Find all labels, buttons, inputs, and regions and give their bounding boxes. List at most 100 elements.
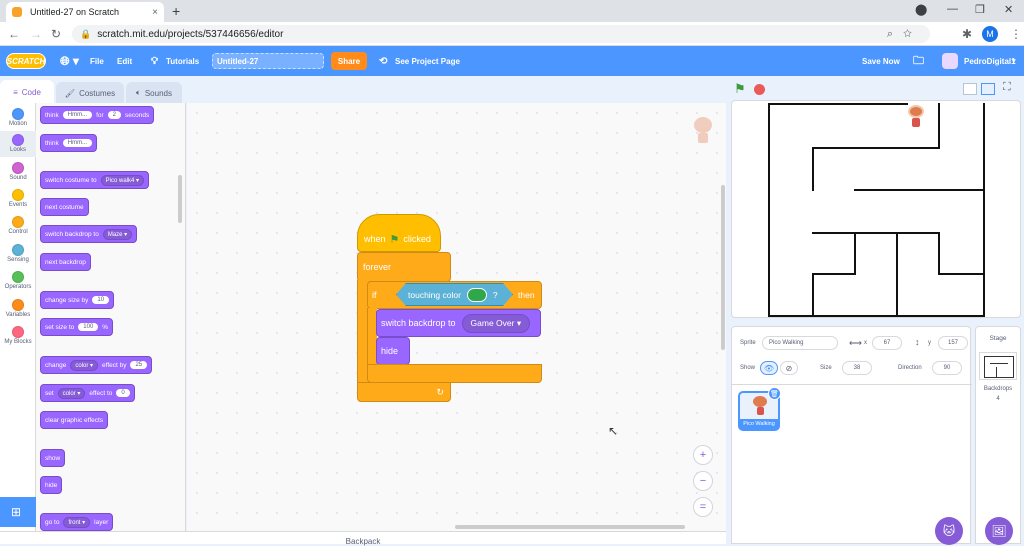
show-visible-button[interactable]: 👁︎ (760, 361, 778, 375)
palette-next-backdrop-block[interactable]: next backdrop (40, 253, 91, 271)
reload-icon[interactable]: ↻ (51, 27, 61, 41)
palette-set-effect-block[interactable]: set color ▾ effect to 0 (40, 384, 135, 402)
choose-sprite-button[interactable]: 🐱︎ (935, 517, 963, 545)
direction-input[interactable]: 90 (932, 361, 962, 375)
show-hidden-button[interactable]: ⊘ (780, 361, 798, 375)
category-control[interactable]: Control (0, 213, 36, 239)
see-project-page-button[interactable]: See Project Page (395, 46, 460, 76)
when-flag-clicked-block[interactable]: when ⚑ clicked (357, 214, 441, 252)
y-input[interactable]: 157 (938, 336, 968, 350)
touching-color-block[interactable]: touching color ? (396, 283, 513, 306)
category-operators[interactable]: Operators (0, 268, 36, 294)
palette-clear-effects-block[interactable]: clear graphic effects (40, 411, 109, 429)
size-input[interactable]: 38 (842, 361, 872, 375)
palette-show-block[interactable]: show (40, 449, 66, 467)
think-text-input[interactable]: Hmm... (62, 111, 93, 119)
hide-block[interactable]: hide (376, 337, 410, 365)
chevron-down-icon[interactable]: ▾ (1012, 46, 1016, 76)
set-effect-dropdown[interactable]: color ▾ (57, 387, 86, 399)
pico-sprite[interactable] (907, 105, 925, 129)
palette-go-to-layer-block[interactable]: go to front ▾ layer (40, 513, 114, 531)
browser-profile-avatar[interactable]: M (982, 26, 998, 42)
project-title-input[interactable]: Untitled-27 (212, 53, 324, 69)
set-effect-input[interactable]: 0 (116, 389, 130, 397)
set-size-input[interactable]: 100 (78, 323, 99, 331)
category-looks[interactable]: Looks (0, 131, 36, 157)
switch-backdrop-block[interactable]: switch backdrop to Game Over ▾ (376, 309, 541, 337)
think-seconds-input[interactable]: 2 (107, 111, 122, 119)
palette-scrollbar[interactable] (178, 175, 182, 223)
delete-sprite-icon[interactable]: 🗑︎ (768, 387, 781, 400)
backdrop-dropdown[interactable]: Maze ▾ (102, 228, 133, 240)
maximize-button[interactable]: ❐ (975, 3, 985, 16)
change-effect-input[interactable]: 25 (130, 361, 148, 369)
think-text-input-2[interactable]: Hmm... (62, 139, 93, 147)
browser-menu-icon[interactable]: ⋮ (1010, 27, 1022, 41)
edit-menu[interactable]: Edit (117, 46, 132, 76)
category-sensing[interactable]: Sensing (0, 241, 36, 267)
extensions-icon[interactable]: ✱ (962, 27, 972, 41)
workspace-horizontal-scrollbar[interactable] (455, 525, 685, 529)
costume-dropdown[interactable]: Pico walk4 ▾ (100, 174, 145, 186)
palette-think-block[interactable]: think Hmm... (40, 134, 98, 152)
category-variables[interactable]: Variables (0, 296, 36, 322)
palette-change-size-block[interactable]: change size by 10 (40, 291, 115, 309)
stage-thumbnail[interactable] (979, 352, 1017, 380)
change-effect-dropdown[interactable]: color ▾ (70, 359, 99, 371)
sprite-name-input[interactable]: Pico Walking (762, 336, 838, 350)
game-over-dropdown[interactable]: Game Over ▾ (461, 313, 531, 333)
tab-close-icon[interactable]: × (152, 7, 158, 18)
browser-tab[interactable]: Untitled-27 on Scratch × (6, 2, 164, 22)
palette-set-size-block[interactable]: set size to 100% (40, 318, 114, 336)
my-stuff-folder-icon[interactable]: 🗀 (913, 46, 924, 76)
layer-dropdown[interactable]: front ▾ (63, 516, 91, 528)
file-menu[interactable]: File (90, 46, 104, 76)
globe-icon[interactable]: 🌐︎ ▾ (60, 46, 79, 76)
tutorials-menu[interactable]: Tutorials (166, 46, 199, 76)
fullscreen-icon[interactable]: ⛶ (1003, 81, 1011, 94)
tab-sounds[interactable]: 🔈︎ Sounds (126, 82, 182, 104)
palette-switch-costume-block[interactable]: switch costume to Pico walk4 ▾ (40, 171, 150, 189)
palette-hide-block[interactable]: hide (40, 476, 63, 494)
category-sound[interactable]: Sound (0, 159, 36, 185)
username-menu[interactable]: PedroDigital1 (964, 46, 1016, 76)
scratch-logo[interactable]: SCRATCH (6, 53, 46, 69)
normal-stage-icon[interactable] (981, 83, 995, 95)
url-field[interactable]: 🔒 scratch.mit.edu/projects/537446656/edi… (72, 25, 930, 43)
zoom-out-button[interactable]: − (693, 471, 713, 491)
change-size-input[interactable]: 10 (92, 296, 110, 304)
category-events[interactable]: Events (0, 186, 36, 212)
palette-think-for-block[interactable]: think Hmm... for 2 seconds (40, 106, 155, 124)
forward-arrow-icon[interactable]: → (30, 27, 42, 41)
save-now-button[interactable]: Save Now (862, 46, 900, 76)
palette-switch-backdrop-block[interactable]: switch backdrop to Maze ▾ (40, 225, 138, 243)
user-avatar[interactable] (942, 53, 958, 69)
address-bar-actions-icon[interactable]: ⌕☆ (887, 28, 922, 41)
category-my-blocks[interactable]: My Blocks (0, 323, 36, 349)
minimize-button[interactable]: — (947, 3, 958, 15)
url-text: scratch.mit.edu/projects/537446656/edito… (97, 28, 284, 40)
palette-change-effect-block[interactable]: change color ▾ effect by 25 (40, 356, 153, 374)
small-stage-icon[interactable] (963, 83, 977, 95)
green-flag-button[interactable]: ⚑ (734, 81, 746, 97)
tab-costumes[interactable]: 🖌︎ Costumes (56, 82, 124, 104)
tab-code[interactable]: ≡ Code (0, 80, 54, 105)
backpack-bar[interactable]: Backpack (0, 531, 726, 546)
stage-canvas[interactable] (731, 100, 1021, 318)
zoom-reset-button[interactable]: = (693, 497, 713, 517)
color-swatch[interactable] (467, 288, 487, 302)
palette-next-costume-block[interactable]: next costume (40, 198, 89, 216)
new-tab-button[interactable]: + (172, 3, 180, 19)
media-control-icon[interactable]: ⬤ (915, 3, 927, 16)
stop-button[interactable] (754, 84, 765, 95)
category-motion[interactable]: Motion (0, 105, 36, 131)
forever-block[interactable]: forever (357, 252, 451, 282)
back-arrow-icon[interactable]: ← (8, 27, 20, 41)
zoom-in-button[interactable]: + (693, 445, 713, 465)
close-window-button[interactable]: ✕ (1004, 3, 1013, 16)
add-extension-button[interactable]: ⊞ (0, 497, 36, 527)
stage-selector[interactable]: Stage Backdrops 4 🖼︎ (975, 326, 1021, 545)
share-button[interactable]: Share (331, 52, 367, 70)
x-input[interactable]: 67 (872, 336, 902, 350)
choose-backdrop-button[interactable]: 🖼︎ (985, 517, 1013, 545)
